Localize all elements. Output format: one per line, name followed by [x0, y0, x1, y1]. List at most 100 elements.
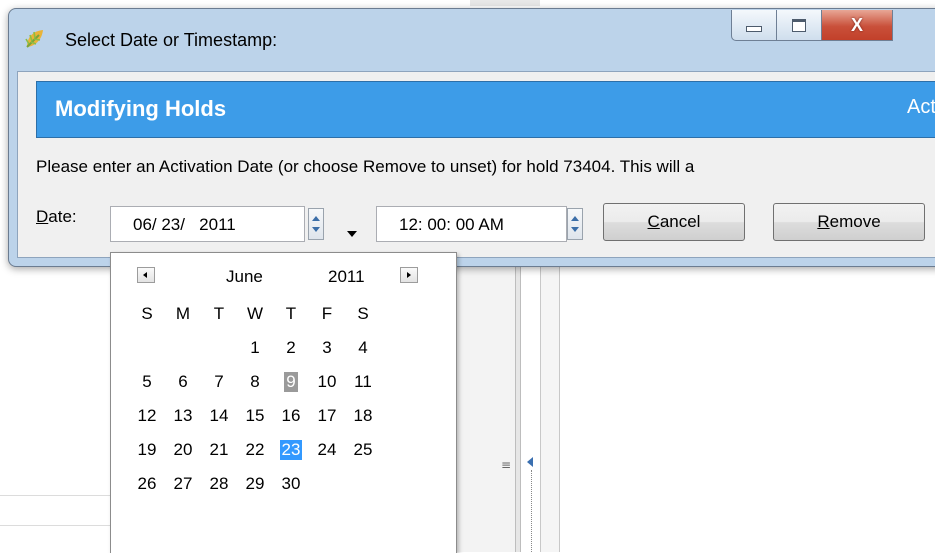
weekday-header: F	[321, 304, 333, 323]
maximize-icon	[792, 18, 806, 32]
weekday-header: T	[285, 304, 297, 323]
calendar-day-number: 8	[250, 372, 260, 391]
calendar-day-number: 29	[245, 474, 265, 493]
maximize-button[interactable]	[777, 10, 822, 41]
calendar-day[interactable]: 5	[129, 367, 165, 397]
calendar-day[interactable]: 2	[273, 333, 309, 363]
cancel-accesskey: C	[647, 212, 660, 231]
calendar-day-number: 28	[209, 474, 229, 493]
spin-up-icon[interactable]	[571, 216, 579, 221]
calendar-day-number: 14	[209, 406, 229, 425]
background-divider	[0, 495, 110, 496]
calendar-day-number: 25	[353, 440, 373, 459]
calendar-day-number: 2	[286, 338, 296, 357]
banner-title: Modifying Holds	[55, 96, 227, 121]
calendar-day-number: 21	[209, 440, 229, 459]
calendar-day[interactable]: 20	[165, 435, 201, 465]
spin-up-icon[interactable]	[312, 216, 320, 221]
date-spinner[interactable]	[308, 208, 324, 240]
collapse-arrow-icon[interactable]	[527, 457, 533, 467]
calendar-day[interactable]: 26	[129, 469, 165, 499]
calendar-day[interactable]: 28	[201, 469, 237, 499]
background-splitter[interactable]	[515, 262, 521, 552]
grip-icon[interactable]: ≡	[501, 458, 511, 472]
time-value: 12: 00: 00 AM	[399, 215, 504, 234]
calendar-year[interactable]: 2011	[328, 267, 365, 287]
calendar-day-number: 30	[281, 474, 301, 493]
calendar-day[interactable]: 18	[345, 401, 381, 431]
calendar-day[interactable]: 22	[237, 435, 273, 465]
calendar-day[interactable]: 1	[237, 333, 273, 363]
dialog-body: Modifying Holds Act Please enter an Acti…	[17, 71, 935, 258]
calendar-day-number: 3	[322, 338, 332, 357]
calendar-day[interactable]: 3	[309, 333, 345, 363]
close-button[interactable]: X	[822, 10, 893, 41]
calendar-day[interactable]: 17	[309, 401, 345, 431]
background-divider	[531, 470, 533, 552]
date-label-accesskey: D	[36, 207, 49, 226]
calendar-day-number: 12	[137, 406, 157, 425]
calendar-day[interactable]: 15	[237, 401, 273, 431]
time-spinner[interactable]	[567, 208, 583, 240]
calendar-day-number: 16	[281, 406, 301, 425]
calendar-day[interactable]: 4	[345, 333, 381, 363]
weekday-header: S	[141, 304, 153, 323]
cancel-button[interactable]: Cancel	[603, 203, 745, 241]
weekday-header: T	[213, 304, 225, 323]
remove-button[interactable]: Remove	[773, 203, 925, 241]
banner-right-text: Act	[907, 96, 935, 118]
calendar-day-today[interactable]: 9	[273, 367, 309, 397]
calendar-day[interactable]: 24	[309, 435, 345, 465]
background-app-edge	[470, 0, 540, 6]
window-controls: X	[731, 10, 893, 41]
calendar-day[interactable]: 11	[345, 367, 381, 397]
calendar-day[interactable]: 16	[273, 401, 309, 431]
calendar-day-number: 9	[284, 372, 298, 392]
weekday-header: W	[246, 304, 264, 323]
calendar-day-number: 17	[317, 406, 337, 425]
background-pane	[455, 262, 516, 552]
calendar-day[interactable]: 8	[237, 367, 273, 397]
weekday-header: S	[357, 304, 369, 323]
minimize-button[interactable]	[731, 10, 777, 41]
background-splitter[interactable]	[540, 262, 560, 552]
calendar-day-number: 4	[358, 338, 368, 357]
close-icon: X	[850, 14, 863, 35]
calendar-day[interactable]: 21	[201, 435, 237, 465]
spin-down-icon[interactable]	[571, 227, 579, 232]
background-divider	[0, 525, 110, 526]
calendar-day[interactable]: 19	[129, 435, 165, 465]
remove-label: emove	[829, 212, 881, 231]
calendar-day[interactable]: 7	[201, 367, 237, 397]
select-date-dialog: Select Date or Timestamp: X Modifying Ho…	[8, 8, 935, 267]
calendar-day[interactable]: 25	[345, 435, 381, 465]
title-bar[interactable]: Select Date or Timestamp: X	[9, 9, 935, 71]
calendar-month[interactable]: June	[226, 267, 263, 287]
weekday-header: M	[175, 304, 191, 323]
time-input[interactable]: 12: 00: 00 AM	[376, 206, 567, 242]
calendar-day-number: 11	[354, 372, 372, 391]
calendar-day[interactable]: 27	[165, 469, 201, 499]
right-arrow-icon	[407, 272, 411, 278]
calendar-day[interactable]: 29	[237, 469, 273, 499]
window-title: Select Date or Timestamp:	[65, 30, 278, 50]
prev-month-button[interactable]	[137, 267, 155, 283]
left-arrow-icon	[143, 272, 147, 278]
date-input[interactable]: 06/ 23/ 2011	[110, 206, 305, 242]
calendar-day[interactable]: 6	[165, 367, 201, 397]
cancel-label: ancel	[659, 212, 701, 231]
calendar-day-selected[interactable]: 23	[273, 435, 309, 465]
instruction-message: Please enter an Activation Date (or choo…	[36, 157, 695, 176]
spin-down-icon[interactable]	[312, 227, 320, 232]
calendar-day[interactable]: 12	[129, 401, 165, 431]
next-month-button[interactable]	[400, 267, 418, 283]
calendar-day-number: 18	[353, 406, 373, 425]
calendar-day[interactable]: 14	[201, 401, 237, 431]
calendar-dropdown-icon[interactable]	[347, 231, 357, 237]
calendar-day[interactable]: 30	[273, 469, 309, 499]
calendar-popup: June 2011 S M T W T F S 1 2 3 4 5 6 7 8 9 10 11 12 13 14 15 16…	[110, 252, 457, 553]
calendar-day[interactable]: 13	[165, 401, 201, 431]
calendar-day-number: 5	[142, 372, 152, 391]
background-pane	[0, 262, 110, 552]
calendar-day[interactable]: 10	[309, 367, 345, 397]
